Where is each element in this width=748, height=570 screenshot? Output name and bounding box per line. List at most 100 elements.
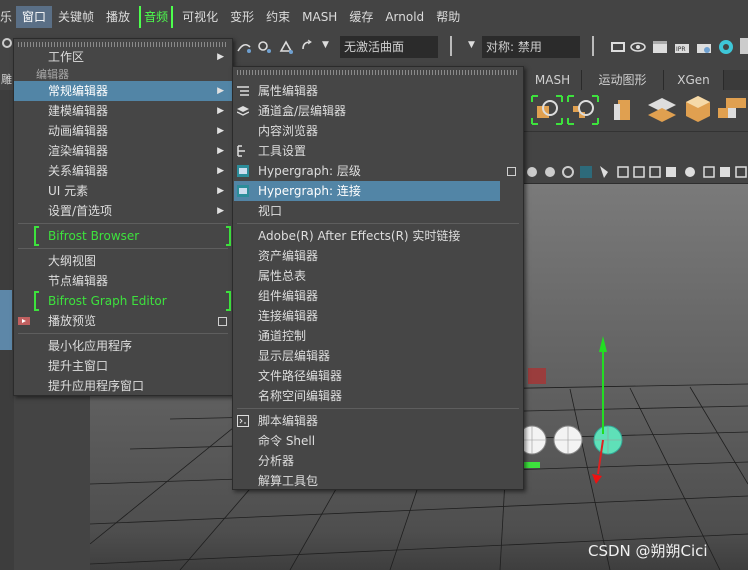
menu-item-asset-editor[interactable]: 资产编辑器 <box>233 246 501 266</box>
menu-item-relationship-editors[interactable]: 关系编辑器 ▶ <box>14 161 232 181</box>
menu-item-hypergraph-hierarchy[interactable]: Hypergraph: 层级 <box>233 161 516 181</box>
hypergraph-icon <box>237 185 249 197</box>
menu-item-minimize-app[interactable]: 最小化应用程序 <box>14 336 232 356</box>
shelf-grid-icon[interactable] <box>716 96 748 124</box>
menu-item-command-shell[interactable]: 命令 Shell <box>233 431 501 451</box>
symmetry-field[interactable]: 对称: 禁用 <box>482 36 580 58</box>
menu-partial[interactable]: 乐 <box>0 6 16 28</box>
menu-item-label: 视口 <box>258 204 283 218</box>
render-settings-icon[interactable] <box>696 39 712 55</box>
menu-item-label: 提升应用程序窗口 <box>48 379 145 393</box>
menu-keyframe[interactable]: 关键帧 <box>52 6 100 28</box>
menu-cache[interactable]: 缓存 <box>343 6 379 28</box>
menu-item-modeling-editors[interactable]: 建模编辑器 ▶ <box>14 101 232 121</box>
menu-item-node-editor[interactable]: 节点编辑器 <box>14 271 232 291</box>
menu-item-bifrost-graph-editor[interactable]: Bifrost Graph Editor <box>14 291 232 311</box>
shelf-tab-xgen[interactable]: XGen <box>664 70 724 90</box>
object-cube[interactable] <box>528 368 546 384</box>
shelf-bevel-icon[interactable] <box>610 96 640 124</box>
menu-item-workspace[interactable]: 工作区 ▶ <box>14 47 232 67</box>
menu-item-file-path-editor[interactable]: 文件路径编辑器 <box>233 366 501 386</box>
menu-item-raise-app-windows[interactable]: 提升应用程序窗口 <box>14 376 232 396</box>
menu-arnold[interactable]: Arnold <box>379 6 430 28</box>
menu-item-settings-preferences[interactable]: 设置/首选项 ▶ <box>14 201 232 221</box>
shelf-tab-motion-graphics[interactable]: 运动图形 <box>582 70 664 90</box>
menu-item-namespace-editor[interactable]: 名称空间编辑器 <box>233 386 501 406</box>
menu-help[interactable]: 帮助 <box>430 6 466 28</box>
layers-icon <box>237 106 249 116</box>
submenu-arrow-icon: ▶ <box>217 186 224 196</box>
viewport-toolbar-icons[interactable] <box>524 164 748 180</box>
menu-item-playblast[interactable]: 播放预览 <box>14 311 232 331</box>
menu-visualize[interactable]: 可视化 <box>176 6 224 28</box>
tear-off-handle[interactable] <box>237 70 519 75</box>
menu-item-content-browser[interactable]: 内容浏览器 <box>233 121 501 141</box>
menu-item-connection-editor[interactable]: 连接编辑器 <box>233 306 501 326</box>
highlight-bracket <box>226 226 231 246</box>
menu-item-label: 播放预览 <box>48 314 97 328</box>
render-icon[interactable] <box>610 39 626 55</box>
hypershade-icon[interactable] <box>718 39 734 55</box>
menu-item-profiler[interactable]: 分析器 <box>233 451 501 471</box>
option-box-icon[interactable] <box>507 167 516 176</box>
dropdown-arrow-icon[interactable]: ▼ <box>468 40 475 50</box>
menu-item-hypergraph-connections[interactable]: Hypergraph: 连接 <box>234 181 500 201</box>
menu-item-label: 名称空间编辑器 <box>258 389 343 403</box>
menu-constrain[interactable]: 约束 <box>260 6 296 28</box>
menu-playback[interactable]: 播放 <box>100 6 136 28</box>
surface-field[interactable]: 无激活曲面 <box>340 36 438 58</box>
menu-deform[interactable]: 变形 <box>224 6 260 28</box>
menu-window[interactable]: 窗口 <box>16 6 53 28</box>
dropdown-arrow-icon[interactable]: ▼ <box>322 40 329 50</box>
ipr-icon[interactable]: IPR <box>674 39 690 55</box>
menu-item-channel-box[interactable]: 通道盒/层编辑器 <box>233 101 501 121</box>
menu-item-label: 脚本编辑器 <box>258 414 319 428</box>
shelf-tab-mash[interactable]: MASH <box>524 70 582 90</box>
shelf-cube-icon[interactable] <box>684 94 712 124</box>
option-box-icon[interactable] <box>218 317 227 326</box>
sphere-group[interactable] <box>517 425 623 455</box>
z-axis-arrow-icon[interactable] <box>592 474 602 484</box>
menu-item-script-editor[interactable]: 脚本编辑器 <box>233 411 501 431</box>
shelf-sync-grid-icon[interactable] <box>566 94 600 126</box>
menu-item-outliner[interactable]: 大纲视图 <box>14 251 232 271</box>
y-axis-arrow-icon[interactable] <box>599 336 607 352</box>
submenu-arrow-icon: ▶ <box>217 52 224 62</box>
menu-audio[interactable]: 音频 <box>139 6 174 28</box>
menu-item-component-editor[interactable]: 组件编辑器 <box>233 286 501 306</box>
shelf-tab-sculpt[interactable]: 雕 <box>0 70 14 90</box>
menu-item-ui-elements[interactable]: UI 元素 ▶ <box>14 181 232 201</box>
menu-item-bifrost-browser[interactable]: Bifrost Browser <box>14 226 232 246</box>
script-editor-icon <box>237 415 249 427</box>
menu-item-attribute-editor[interactable]: 属性编辑器 <box>233 81 501 101</box>
snap-live-icon[interactable] <box>300 39 316 55</box>
eye-icon[interactable] <box>630 39 646 55</box>
menu-item-animation-editors[interactable]: 动画编辑器 ▶ <box>14 121 232 141</box>
menu-item-tool-settings[interactable]: 工具设置 <box>233 141 501 161</box>
menu-separator <box>18 333 228 334</box>
menu-item-raise-main-window[interactable]: 提升主窗口 <box>14 356 232 376</box>
attribute-editor-icon <box>237 86 249 96</box>
menu-item-rendering-editors[interactable]: 渲染编辑器 ▶ <box>14 141 232 161</box>
menu-separator <box>18 248 228 249</box>
menu-item-viewport[interactable]: 视口 <box>233 201 501 221</box>
menu-item-after-effects-live-link[interactable]: Adobe(R) After Effects(R) 实时链接 <box>233 226 501 246</box>
snap-point-icon[interactable] <box>256 39 272 55</box>
menu-item-attribute-spreadsheet[interactable]: 属性总表 <box>233 266 501 286</box>
separator <box>450 36 452 56</box>
clapper-icon[interactable] <box>652 39 668 55</box>
menu-separator <box>237 223 519 224</box>
group-label-editors: 编辑器 <box>36 68 69 81</box>
menu-item-label: 工具设置 <box>258 144 307 158</box>
menu-item-display-layer-editor[interactable]: 显示层编辑器 <box>233 346 501 366</box>
toggle-icon[interactable] <box>2 38 12 48</box>
menu-mash[interactable]: MASH <box>296 6 343 28</box>
snap-curve-icon[interactable] <box>236 39 252 55</box>
menu-item-general-editors[interactable]: 常规编辑器 ▶ <box>14 81 232 101</box>
shelf-stack-icon[interactable] <box>646 96 678 124</box>
menu-item-label: Hypergraph: 层级 <box>258 164 361 178</box>
menu-item-channel-control[interactable]: 通道控制 <box>233 326 501 346</box>
menu-item-solver-toolkit[interactable]: 解算工具包 <box>233 471 501 491</box>
shelf-sync-icon[interactable] <box>530 94 564 126</box>
snap-view-icon[interactable] <box>278 39 294 55</box>
